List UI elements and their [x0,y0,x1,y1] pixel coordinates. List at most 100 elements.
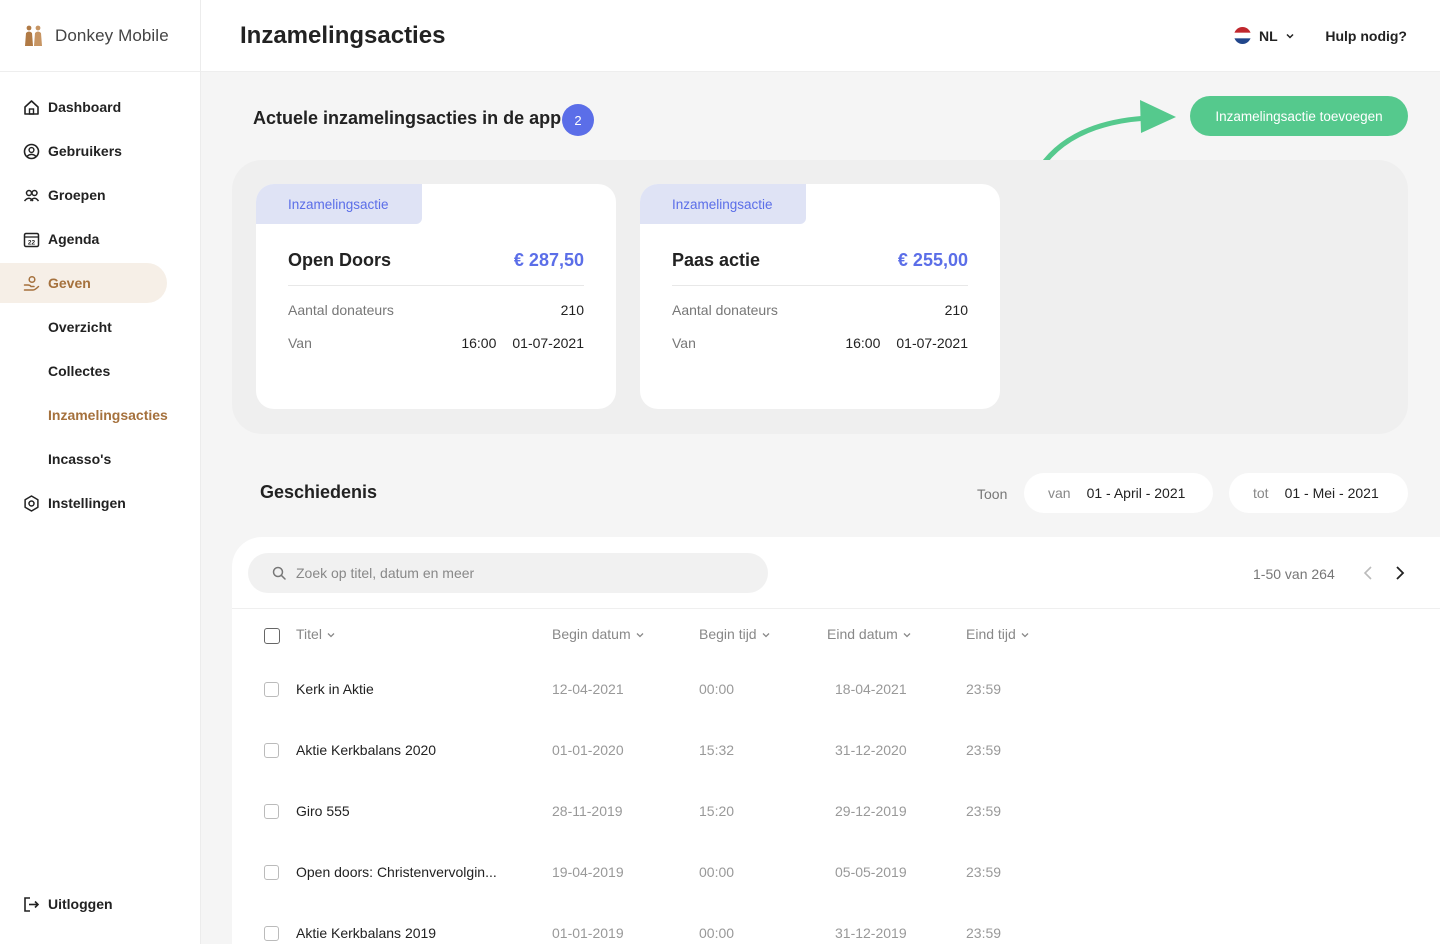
sidebar-item-label: Geven [48,275,91,291]
search-icon [272,566,286,580]
sidebar-subitem-collectes[interactable]: Collectes [0,351,167,391]
campaign-card[interactable]: Inzamelingsactie Paas actie € 255,00 Aan… [640,184,1000,409]
chevron-left-icon[interactable] [1360,565,1376,581]
select-all-checkbox[interactable] [264,628,280,644]
date-to-label: tot [1253,485,1269,501]
donors-value: 210 [560,302,584,318]
campaign-tag: Inzamelingsactie [640,184,806,224]
donors-label: Aantal donateurs [672,302,778,318]
history-table: 1-50 van 264 Titel Begin datum Begin tij… [232,537,1440,944]
row-checkbox[interactable] [264,865,279,880]
current-campaigns-panel: Inzamelingsactie Open Doors € 287,50 Aan… [232,160,1408,434]
topbar: Inzamelingsacties NL Hulp nodig? [201,0,1440,72]
from-label: Van [672,335,696,351]
calendar-icon: 22 [23,231,40,248]
date-to-value: 01 - Mei - 2021 [1284,485,1379,501]
row-begin-date: 28-11-2019 [552,803,623,819]
sidebar-item-groepen[interactable]: Groepen [0,175,167,215]
date-from-picker[interactable]: van 01 - April - 2021 [1024,473,1213,513]
row-title: Aktie Kerkbalans 2019 [296,925,437,941]
donors-label: Aantal donateurs [288,302,394,318]
column-label: Begin datum [552,626,631,642]
logout-icon [23,896,40,913]
add-campaign-button[interactable]: Inzamelingsactie toevoegen [1190,96,1408,136]
sidebar-item-agenda[interactable]: 22 Agenda [0,219,167,259]
home-icon [23,99,40,116]
column-header-eind-datum[interactable]: Eind datum [827,626,911,642]
row-begin-time: 15:32 [699,742,735,758]
sidebar-subitem-inzamelingsacties[interactable]: Inzamelingsacties [0,395,168,435]
column-header-begin-tijd[interactable]: Begin tijd [699,626,770,642]
chevron-down-icon [903,626,911,642]
from-date: 01-07-2021 [896,335,968,351]
sidebar-item-gebruikers[interactable]: Gebruikers [0,131,167,171]
sidebar-item-dashboard[interactable]: Dashboard [0,87,167,127]
logout-label: Uitloggen [48,896,113,912]
donors-value: 210 [944,302,968,318]
divider [672,285,968,286]
show-label: Toon [977,486,1008,502]
chevron-down-icon [762,626,770,642]
group-icon [23,187,40,204]
from-row: Van 16:00 01-07-2021 [288,335,584,351]
column-header-titel[interactable]: Titel [296,626,335,642]
row-begin-date: 19-04-2019 [552,864,624,880]
row-title: Aktie Kerkbalans 2020 [296,742,437,758]
history-title: Geschiedenis [260,482,378,502]
row-title: Kerk in Aktie [296,681,374,697]
column-label: Begin tijd [699,626,757,642]
chevron-down-icon [1285,31,1295,41]
campaign-amount: € 255,00 [897,250,968,270]
row-checkbox[interactable] [264,804,279,819]
language-selector[interactable]: NL [1234,27,1295,44]
search-input[interactable] [296,565,736,581]
column-label: Eind tijd [966,626,1016,642]
row-checkbox[interactable] [264,743,279,758]
row-begin-time: 00:00 [699,864,735,880]
row-begin-time: 00:00 [699,681,735,697]
row-title: Open doors: Christenvervolgin... [296,864,497,880]
chevron-right-icon[interactable] [1392,565,1408,581]
column-label: Titel [296,626,322,642]
row-checkbox[interactable] [264,682,279,697]
date-to-picker[interactable]: tot 01 - Mei - 2021 [1229,473,1408,513]
sidebar-item-label: Instellingen [48,495,126,511]
row-end-date: 05-05-2019 [835,864,907,880]
sidebar-item-label: Agenda [48,231,100,247]
page-title: Inzamelingsacties [240,22,446,49]
campaign-card[interactable]: Inzamelingsactie Open Doors € 287,50 Aan… [256,184,616,409]
row-begin-date: 01-01-2020 [552,742,624,758]
column-header-eind-tijd[interactable]: Eind tijd [966,626,1029,642]
current-campaigns-title: Actuele inzamelingsacties in de app [253,108,562,128]
brand[interactable]: Donkey Mobile [0,0,200,72]
chevron-down-icon [1021,626,1029,642]
settings-gear-icon [23,494,40,512]
sidebar-subitem-incassos[interactable]: Incasso's [0,439,167,479]
column-label: Eind datum [827,626,898,642]
donors-row: Aantal donateurs 210 [288,302,584,318]
pagination-range: 1-50 van 264 [1253,566,1335,582]
help-link[interactable]: Hulp nodig? [1325,28,1407,44]
row-begin-date: 01-01-2019 [552,925,624,941]
sidebar-item-instellingen[interactable]: Instellingen [0,483,167,523]
chevron-down-icon [636,626,644,642]
divider [288,285,584,286]
campaign-amount: € 287,50 [513,250,584,270]
row-end-time: 23:59 [966,864,1002,880]
row-end-date: 29-12-2019 [835,803,907,819]
sidebar-nav: Dashboard Gebruikers Groepen 22 Agenda G… [0,87,200,527]
language-label: NL [1259,27,1278,44]
brand-name: Donkey Mobile [55,25,169,45]
sidebar-subitem-overzicht[interactable]: Overzicht [0,307,167,347]
chevron-down-icon [327,626,335,642]
row-end-time: 23:59 [966,681,1002,697]
divider [232,608,1440,609]
svg-text:22: 22 [28,239,36,246]
sidebar-item-geven[interactable]: Geven [0,263,167,303]
column-header-begin-datum[interactable]: Begin datum [552,626,644,642]
search-bar[interactable] [248,553,768,593]
row-title: Giro 555 [296,803,350,819]
from-time: 16:00 [845,335,881,351]
row-checkbox[interactable] [264,926,279,941]
logout-button[interactable]: Uitloggen [0,884,167,924]
